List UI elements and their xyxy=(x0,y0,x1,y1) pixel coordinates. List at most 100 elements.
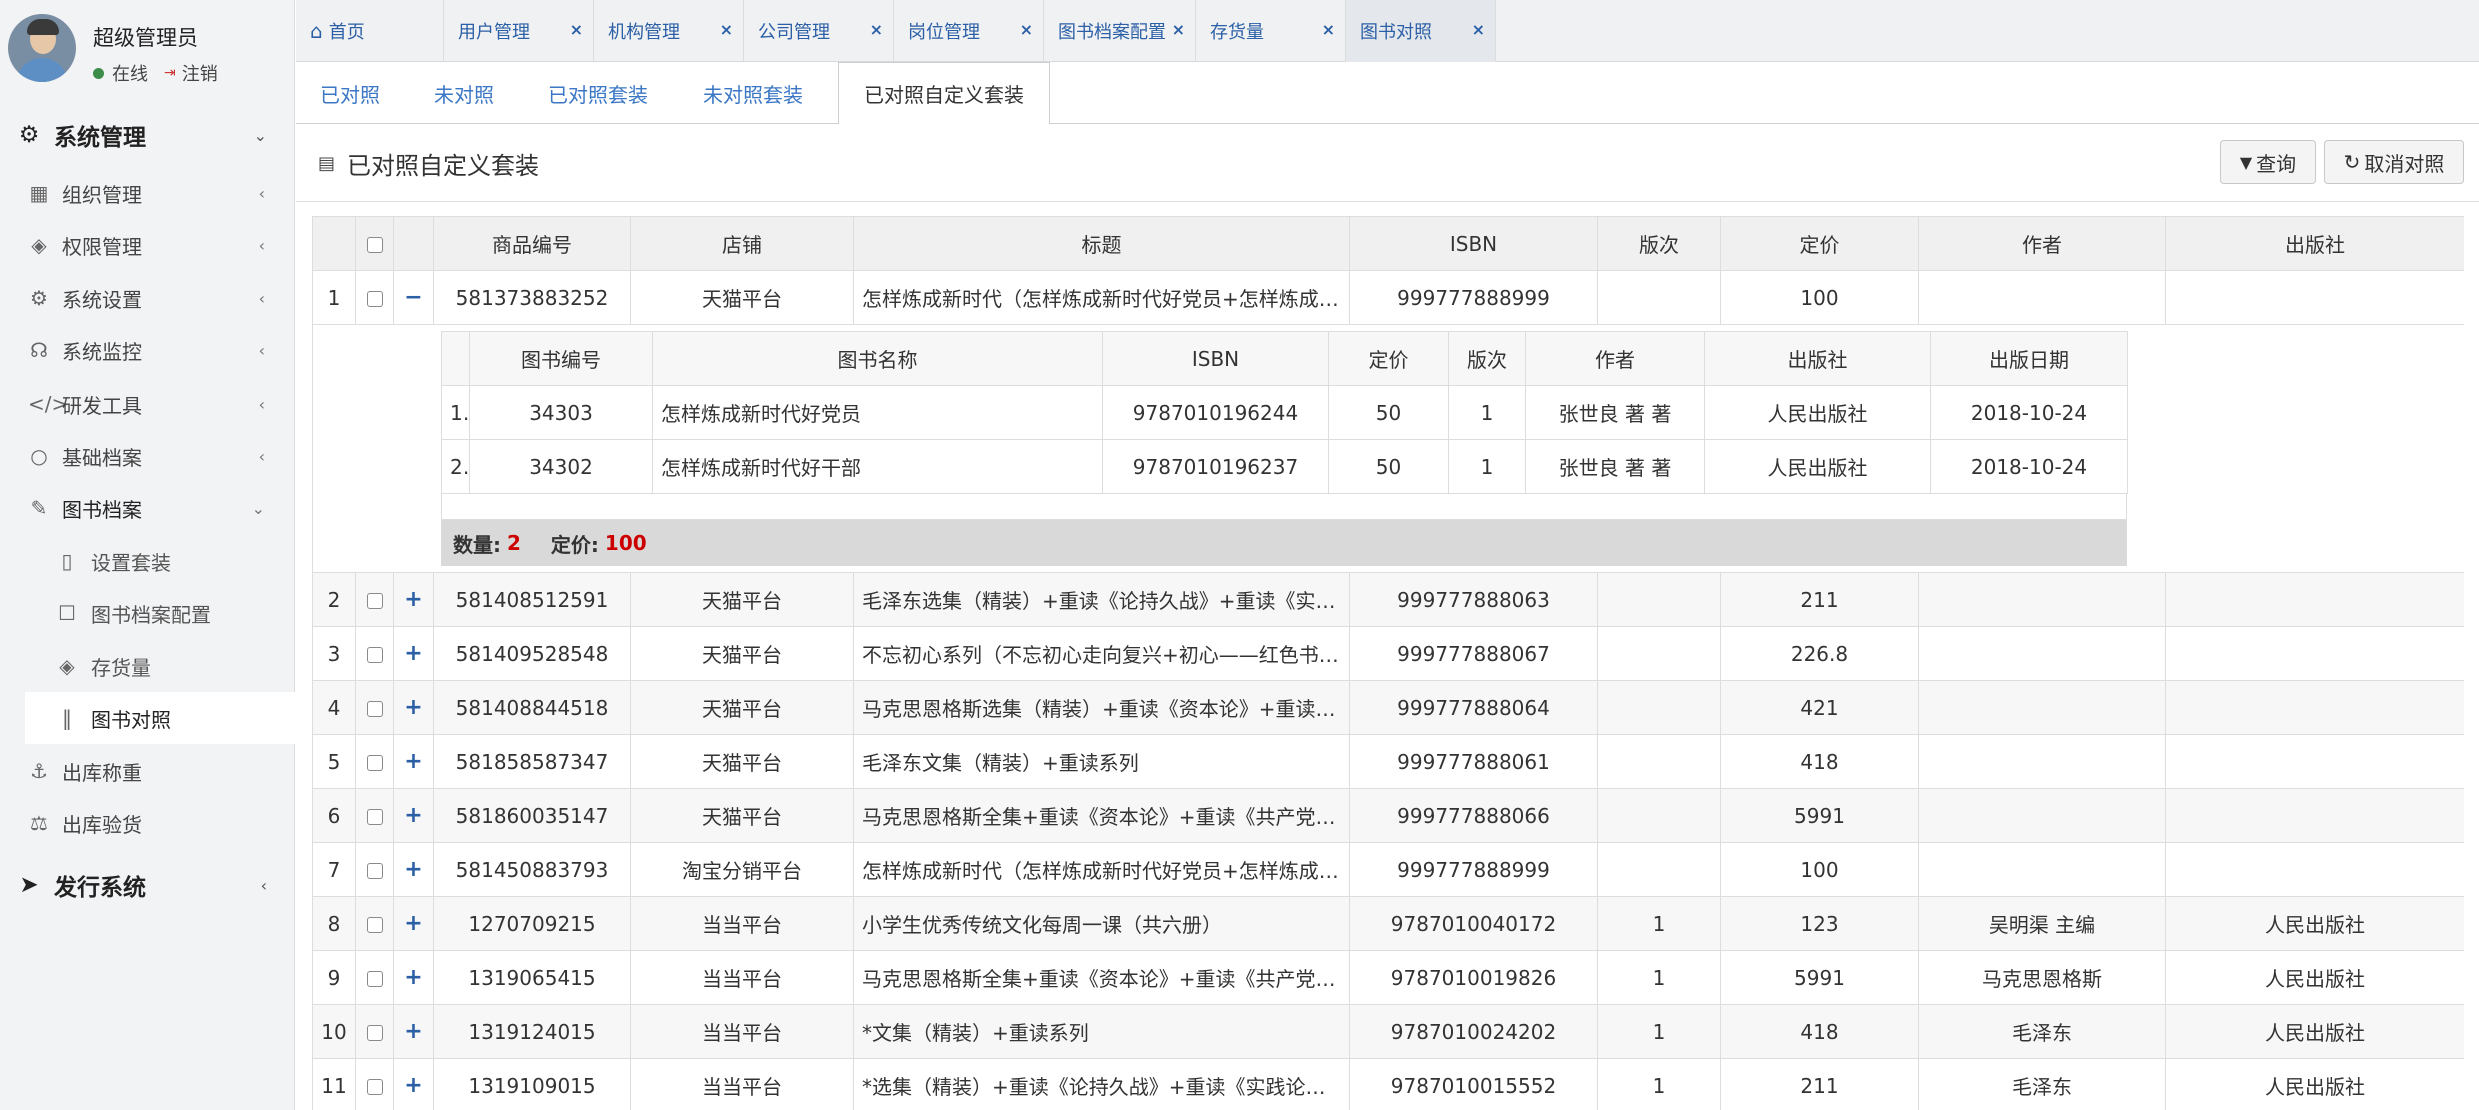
tab-company-management[interactable]: 公司管理 × xyxy=(744,0,894,62)
row-select[interactable] xyxy=(355,788,394,843)
row-select[interactable] xyxy=(355,734,394,789)
row-toggle[interactable]: + xyxy=(393,626,434,681)
tab-inventory[interactable]: 存货量 × xyxy=(1196,0,1346,62)
checkbox[interactable] xyxy=(366,593,383,609)
cancel-mapping-button[interactable]: ↻ 取消对照 xyxy=(2324,140,2464,184)
checkbox[interactable] xyxy=(366,237,383,253)
column-header[interactable]: 版次 xyxy=(1597,216,1721,271)
table-row[interactable]: 8 + 1270709215 当当平台 小学生优秀传统文化每周一课（共六册） 9… xyxy=(312,896,2464,951)
table-row[interactable]: 2 + 581408512591 天猫平台 毛泽东选集（精装）+重读《论持久战》… xyxy=(312,572,2464,627)
row-toggle[interactable]: + xyxy=(393,788,434,843)
table-row[interactable]: 1 − 581373883252 天猫平台 怎样炼成新时代（怎样炼成新时代好党员… xyxy=(312,270,2464,325)
close-icon[interactable]: × xyxy=(1172,20,1185,39)
expand-icon[interactable]: + xyxy=(404,641,422,666)
close-icon[interactable]: × xyxy=(720,20,733,39)
checkbox[interactable] xyxy=(366,917,383,933)
row-toggle[interactable]: + xyxy=(393,1058,434,1110)
checkbox[interactable] xyxy=(366,291,383,307)
sidebar-item-basic-archive[interactable]: ○ 基础档案 ‹ xyxy=(0,430,295,482)
sidebar-sub-book-mapping[interactable]: ‖ 图书对照 xyxy=(25,692,295,744)
close-icon[interactable]: × xyxy=(1472,20,1485,39)
sidebar-item-monitor[interactable]: ☊ 系统监控 ‹ xyxy=(0,324,295,376)
row-select[interactable] xyxy=(355,572,394,627)
tab-user-management[interactable]: 用户管理 × xyxy=(444,0,594,62)
expand-icon[interactable]: + xyxy=(404,1019,422,1044)
row-toggle[interactable]: + xyxy=(393,572,434,627)
expand-icon[interactable]: + xyxy=(404,965,422,990)
tab-mapped-custom-package[interactable]: 已对照自定义套装 xyxy=(838,62,1050,125)
table-row[interactable]: 9 + 1319065415 当当平台 马克思恩格斯全集+重读《资本论》+重读《… xyxy=(312,950,2464,1005)
table-row[interactable]: 10 + 1319124015 当当平台 *文集（精装）+重读系列 978701… xyxy=(312,1004,2464,1059)
sidebar-issue-system[interactable]: ➤ 发行系统 ‹ xyxy=(0,859,295,911)
column-header[interactable]: 商品编号 xyxy=(433,216,631,271)
sidebar-item-outbound-inspect[interactable]: ⚖ 出库验货 xyxy=(0,797,295,849)
expand-icon[interactable]: + xyxy=(404,1073,422,1098)
row-select[interactable] xyxy=(355,1004,394,1059)
table-row[interactable]: 5 + 581858587347 天猫平台 毛泽东文集（精装）+重读系列 999… xyxy=(312,734,2464,789)
tab-book-mapping[interactable]: 图书对照 × xyxy=(1346,0,1496,62)
detail-row-item[interactable]: 2 34302 怎样炼成新时代好干部 9787010196237 50 1 张世… xyxy=(441,439,2128,494)
table-row[interactable]: 7 + 581450883793 淘宝分销平台 怎样炼成新时代（怎样炼成新时代好… xyxy=(312,842,2464,897)
sidebar-item-permission[interactable]: ◈ 权限管理 ‹ xyxy=(0,219,295,271)
row-select[interactable] xyxy=(355,950,394,1005)
row-select[interactable] xyxy=(355,1058,394,1110)
sidebar-item-book-archive[interactable]: ✎ 图书档案 ⌄ xyxy=(0,482,295,534)
close-icon[interactable]: × xyxy=(870,20,883,39)
column-header[interactable]: ISBN xyxy=(1349,216,1598,271)
table-row[interactable]: 6 + 581860035147 天猫平台 马克思恩格斯全集+重读《资本论》+重… xyxy=(312,788,2464,843)
header-select-all[interactable] xyxy=(355,216,394,271)
query-button[interactable]: ▼ 查询 xyxy=(2220,140,2316,184)
row-select[interactable] xyxy=(355,680,394,735)
table-row[interactable]: 11 + 1319109015 当当平台 *选集（精装）+重读《论持久战》+重读… xyxy=(312,1058,2464,1110)
row-toggle[interactable]: − xyxy=(393,270,434,325)
column-header[interactable]: 定价 xyxy=(1720,216,1919,271)
close-icon[interactable]: × xyxy=(1020,20,1033,39)
sidebar-sub-inventory[interactable]: ◈ 存货量 xyxy=(25,640,295,692)
column-header[interactable]: 店铺 xyxy=(630,216,854,271)
sidebar-item-devtools[interactable]: </> 研发工具 ‹ xyxy=(0,378,295,430)
tab-home[interactable]: ⌂ 首页 xyxy=(296,0,444,62)
row-toggle[interactable]: + xyxy=(393,950,434,1005)
tab-unmapped[interactable]: 未对照 xyxy=(434,62,494,124)
sidebar-item-settings[interactable]: ⚙ 系统设置 ‹ xyxy=(0,272,295,324)
row-select[interactable] xyxy=(355,842,394,897)
sidebar-sub-book-archive-config[interactable]: ☐ 图书档案配置 xyxy=(25,587,295,639)
checkbox[interactable] xyxy=(366,809,383,825)
close-icon[interactable]: × xyxy=(1322,20,1335,39)
expand-icon[interactable]: + xyxy=(404,695,422,720)
tab-mapped[interactable]: 已对照 xyxy=(320,62,380,124)
checkbox[interactable] xyxy=(366,863,383,879)
checkbox[interactable] xyxy=(366,755,383,771)
expand-icon[interactable]: + xyxy=(404,911,422,936)
expand-icon[interactable]: + xyxy=(404,803,422,828)
collapse-icon[interactable]: − xyxy=(404,285,422,310)
tab-position-management[interactable]: 岗位管理 × xyxy=(894,0,1044,62)
expand-icon[interactable]: + xyxy=(404,857,422,882)
checkbox[interactable] xyxy=(366,647,383,663)
column-header[interactable]: 标题 xyxy=(853,216,1350,271)
tab-unmapped-package[interactable]: 未对照套装 xyxy=(703,62,803,124)
sidebar-sub-set-package[interactable]: ▯ 设置套装 xyxy=(25,535,295,587)
expand-icon[interactable]: + xyxy=(404,749,422,774)
expand-icon[interactable]: + xyxy=(404,587,422,612)
sidebar-item-outbound-weigh[interactable]: ⚓ 出库称重 xyxy=(0,745,295,797)
row-select[interactable] xyxy=(355,626,394,681)
column-header[interactable]: 作者 xyxy=(1918,216,2166,271)
table-row[interactable]: 3 + 581409528548 天猫平台 不忘初心系列（不忘初心走向复兴+初心… xyxy=(312,626,2464,681)
sidebar-item-org[interactable]: ▦ 组织管理 ‹ xyxy=(0,167,295,219)
column-header[interactable]: 出版社 xyxy=(2165,216,2464,271)
checkbox[interactable] xyxy=(366,701,383,717)
close-icon[interactable]: × xyxy=(570,20,583,39)
row-toggle[interactable]: + xyxy=(393,680,434,735)
tab-mapped-package[interactable]: 已对照套装 xyxy=(548,62,648,124)
row-toggle[interactable]: + xyxy=(393,734,434,789)
row-select[interactable] xyxy=(355,896,394,951)
row-toggle[interactable]: + xyxy=(393,1004,434,1059)
detail-row-item[interactable]: 1 34303 怎样炼成新时代好党员 9787010196244 50 1 张世… xyxy=(441,385,2128,440)
row-toggle[interactable]: + xyxy=(393,842,434,897)
checkbox[interactable] xyxy=(366,1079,383,1095)
table-row[interactable]: 4 + 581408844518 天猫平台 马克思恩格斯选集（精装）+重读《资本… xyxy=(312,680,2464,735)
logout-link[interactable]: ⇥ 注销 xyxy=(164,60,218,86)
checkbox[interactable] xyxy=(366,1025,383,1041)
row-toggle[interactable]: + xyxy=(393,896,434,951)
